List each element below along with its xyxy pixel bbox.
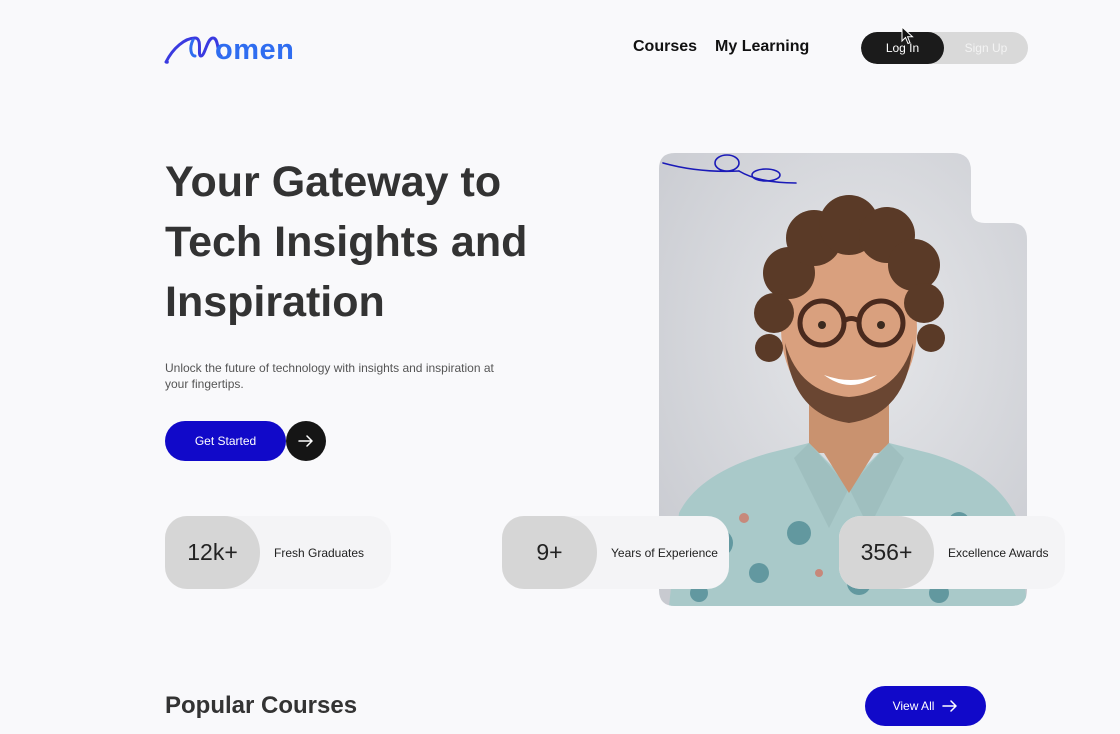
view-all-button[interactable]: View All bbox=[865, 686, 986, 726]
stat-value: 9+ bbox=[502, 516, 597, 589]
hero-title-line-2: Tech Insights and bbox=[165, 218, 528, 266]
view-all-label: View All bbox=[892, 699, 935, 713]
hero-title-line-3: Inspiration bbox=[165, 278, 385, 326]
stat-label: Years of Experience bbox=[611, 545, 718, 560]
arrow-right-icon bbox=[942, 700, 958, 712]
signup-button[interactable]: Sign Up bbox=[944, 32, 1028, 64]
hero-subtitle: Unlock the future of technology with ins… bbox=[165, 361, 494, 391]
popular-courses-heading: Popular Courses bbox=[165, 692, 358, 719]
cursor-icon bbox=[901, 26, 914, 45]
nav-my-learning[interactable]: My Learning bbox=[715, 38, 809, 56]
hero-title-line-1: Your Gateway to bbox=[165, 158, 502, 206]
stat-card-graduates: 12k+ Fresh Graduates bbox=[165, 516, 391, 589]
hero-title: Your Gateway to Tech Insights and Inspir… bbox=[165, 152, 585, 332]
stat-label: Fresh Graduates bbox=[274, 545, 365, 560]
arrow-right-icon bbox=[298, 435, 313, 447]
stat-label: Excellence Awards bbox=[948, 545, 1049, 560]
stat-value: 12k+ bbox=[165, 516, 260, 589]
stat-card-awards: 356+ Excellence Awards bbox=[839, 516, 1065, 589]
stat-value: 356+ bbox=[839, 516, 934, 589]
auth-toggle: Log In Sign Up bbox=[861, 32, 1028, 64]
get-started-cta: Get Started bbox=[165, 421, 326, 461]
get-started-button[interactable]: Get Started bbox=[165, 421, 286, 461]
nav-courses[interactable]: Courses bbox=[633, 38, 697, 56]
logo-swoosh-icon bbox=[164, 36, 223, 64]
stat-card-experience: 9+ Years of Experience bbox=[502, 516, 729, 589]
brand-logo[interactable]: omen bbox=[163, 30, 313, 68]
brand-name: omen bbox=[215, 34, 295, 66]
main-nav: Courses My Learning bbox=[633, 38, 809, 56]
get-started-arrow-button[interactable] bbox=[286, 421, 326, 461]
